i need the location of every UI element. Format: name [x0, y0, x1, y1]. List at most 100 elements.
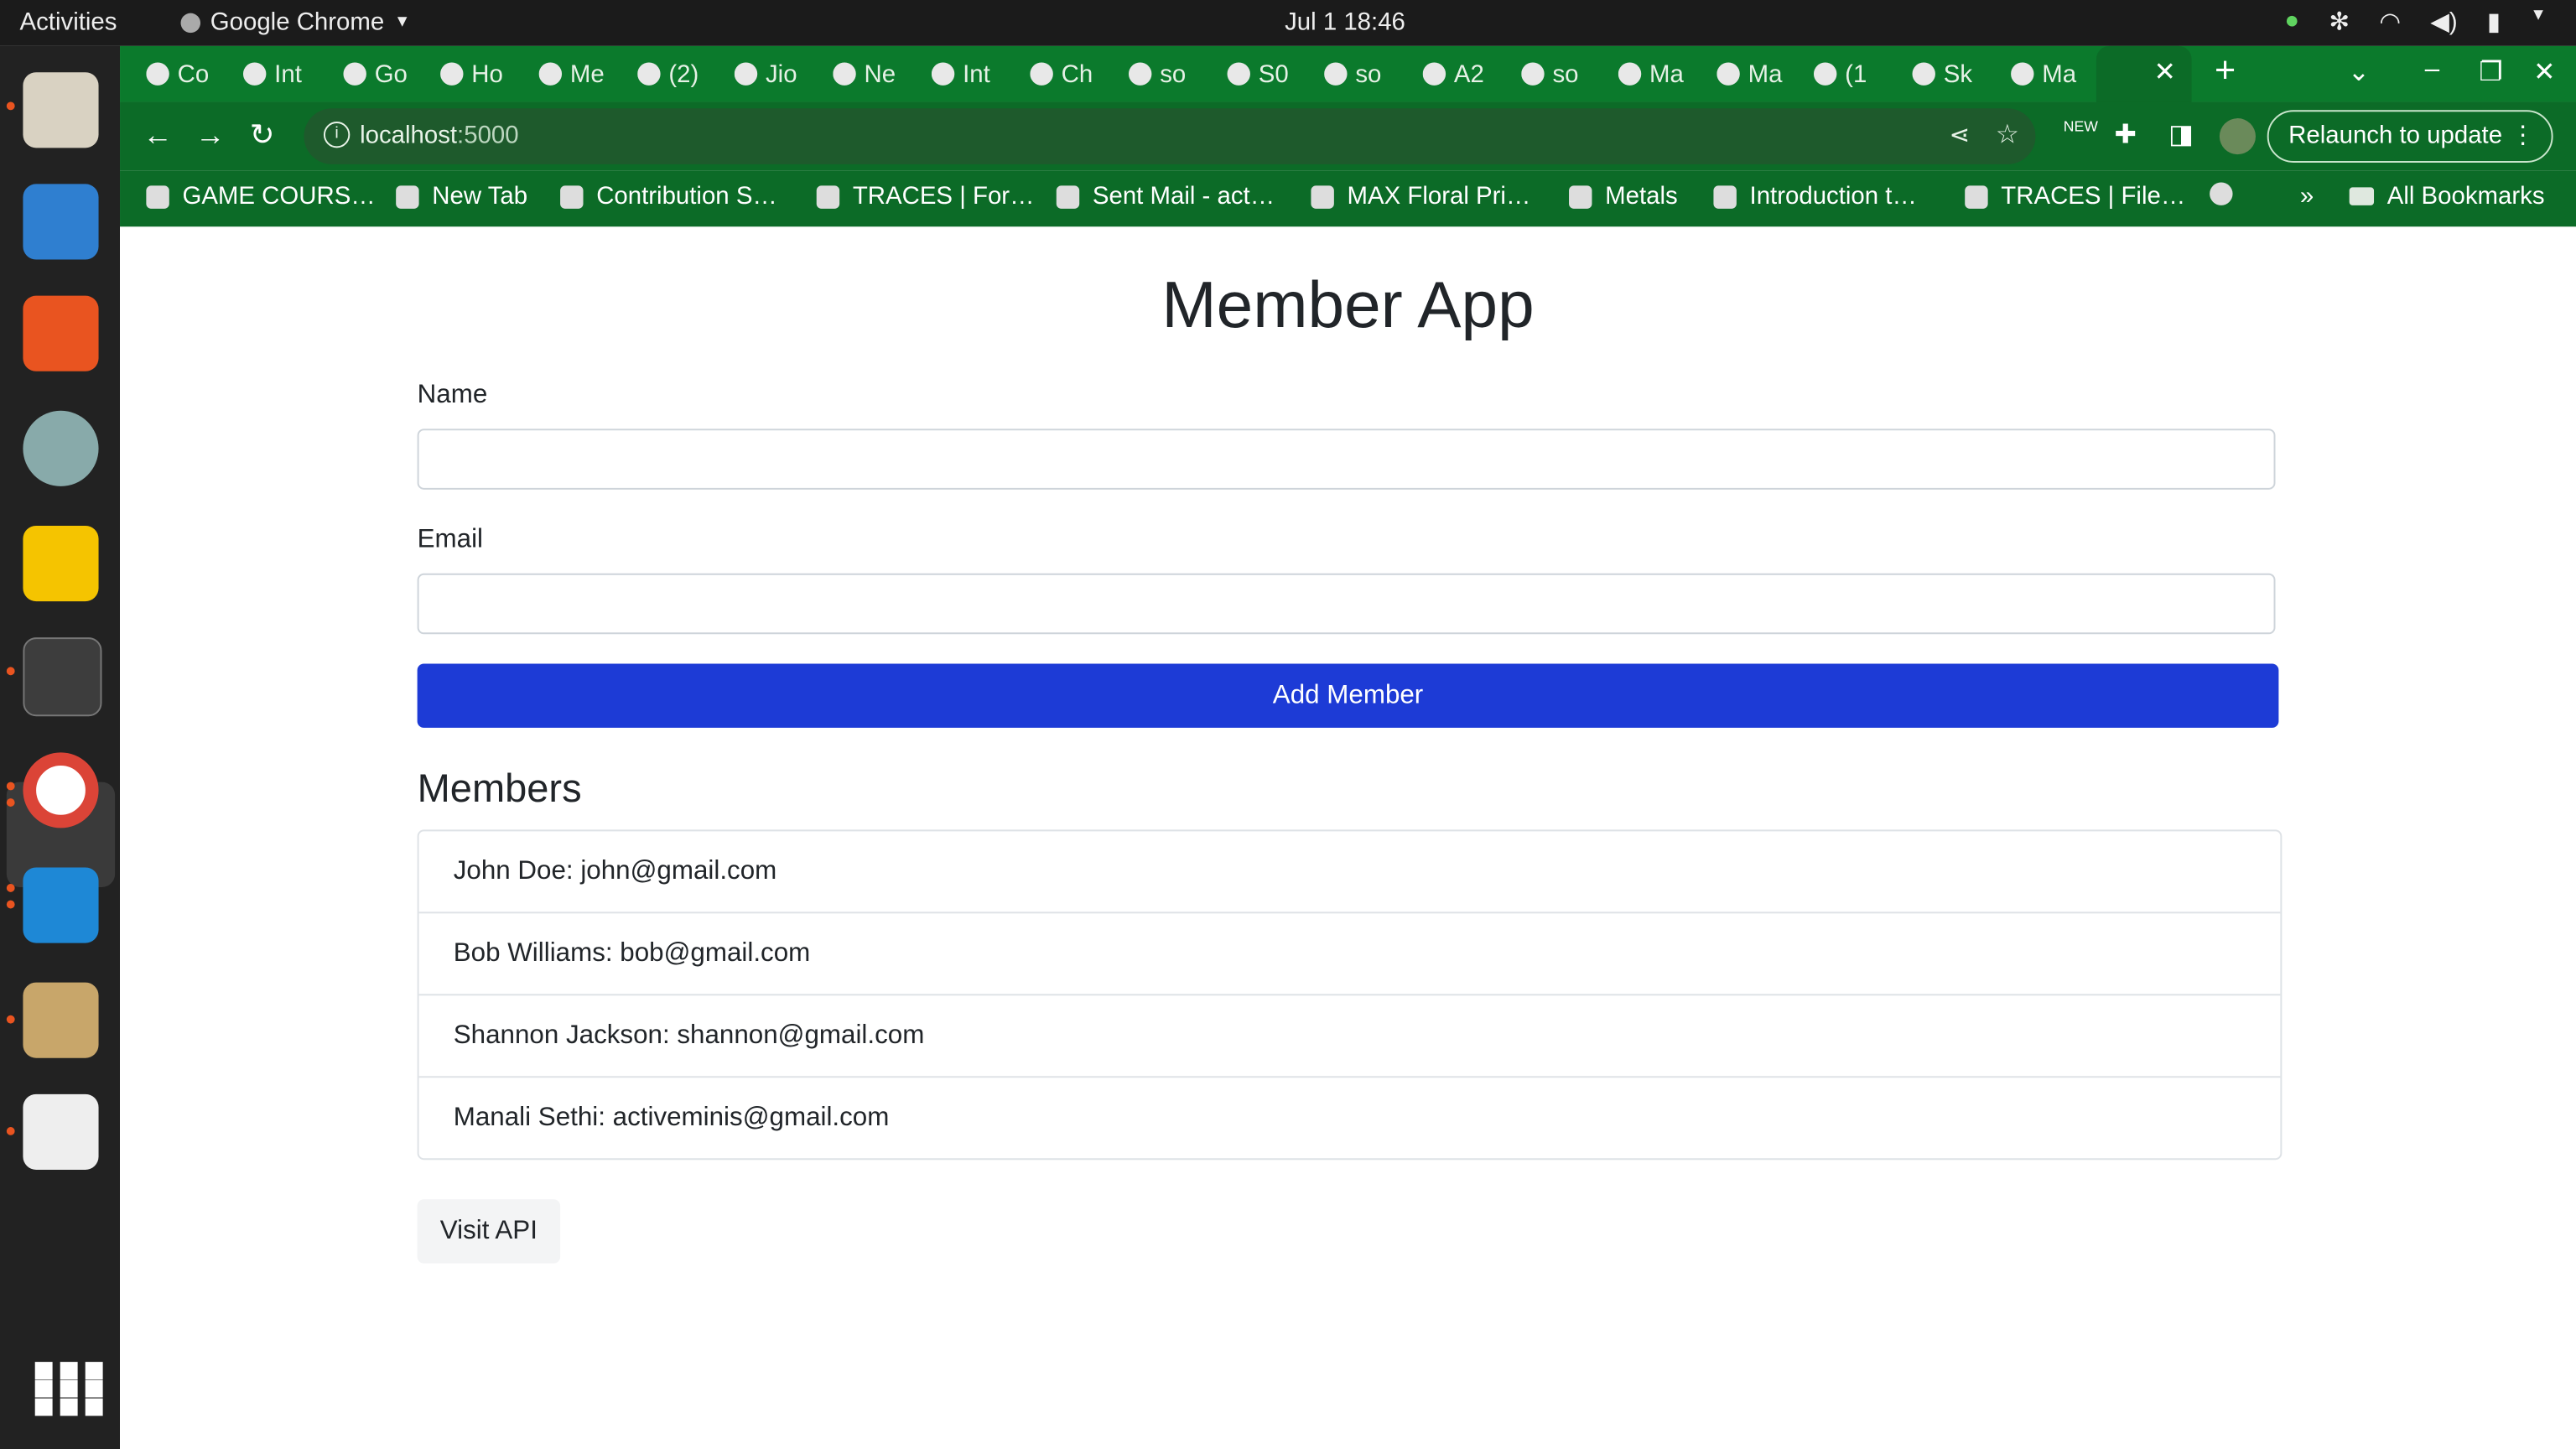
bookmark-globe-icon[interactable] [2210, 182, 2233, 205]
extension-new-icon[interactable]: NEW [2064, 118, 2098, 135]
system-top-bar: Activities Google Chrome ▼ Jul 1 18:46 ●… [0, 0, 2576, 46]
browser-tab[interactable]: Sk [1912, 56, 1998, 92]
running-indicator [6, 884, 15, 892]
tab-title: Go [374, 60, 408, 88]
browser-tab[interactable]: so [1324, 56, 1410, 92]
bookmark-favicon-icon [1569, 184, 1592, 208]
url-text[interactable]: localhost:5000 [360, 122, 519, 149]
visit-api-button[interactable]: Visit API [417, 1199, 561, 1264]
bookmark-label: TRACES | File… [2001, 182, 2186, 210]
volume-icon: ◀) [2430, 8, 2458, 37]
member-list-item: John Doe: john@gmail.com [418, 831, 2281, 914]
browser-tab[interactable]: Int [931, 56, 1017, 92]
browser-tab[interactable]: S0 [1227, 56, 1313, 92]
more-bookmarks-button[interactable]: » [2300, 182, 2314, 210]
bookmark-item[interactable]: MAX Floral Pri… [1311, 182, 1530, 210]
browser-tab[interactable]: Int [242, 56, 329, 92]
forward-icon[interactable]: → [195, 118, 225, 153]
bookmark-item[interactable]: Introduction t… [1713, 182, 1917, 210]
back-icon[interactable]: ← [143, 118, 172, 153]
minimize-icon[interactable]: – [2425, 56, 2439, 86]
name-label: Name [417, 381, 488, 409]
bookmark-item[interactable]: GAME COURS… [146, 182, 376, 210]
close-icon[interactable]: ✕ [2154, 56, 2176, 89]
globe-icon [2210, 182, 2233, 205]
activities-button[interactable]: Activities [20, 8, 117, 36]
url-port: :5000 [457, 121, 519, 150]
bookmark-item[interactable]: Metals [1569, 182, 1678, 210]
email-input[interactable] [417, 573, 2276, 635]
bookmark-item[interactable]: TRACES | File… [1965, 182, 2185, 210]
app-grid-icon[interactable]: ■■■ ■■■ ■■■ [33, 1351, 105, 1423]
browser-tab[interactable]: Me [538, 56, 625, 92]
all-bookmarks-button[interactable]: All Bookmarks [2349, 182, 2545, 210]
app-menu[interactable]: Google Chrome ▼ [180, 8, 410, 36]
bookmark-item[interactable]: TRACES | For… [816, 182, 1034, 210]
document-reader-icon[interactable] [23, 1093, 99, 1170]
app-store-icon[interactable] [23, 295, 99, 371]
browser-tab[interactable]: Jio [734, 56, 820, 92]
bookmark-item[interactable]: Sent Mail - act… [1056, 182, 1275, 210]
clock[interactable]: Jul 1 18:46 [1285, 8, 1405, 36]
avatar[interactable] [2219, 118, 2256, 155]
add-member-button[interactable]: Add Member [417, 663, 2279, 728]
close-window-icon[interactable]: ✕ [2533, 56, 2555, 89]
share-icon[interactable]: ⋖ [1949, 120, 1970, 149]
browser-tab[interactable]: Ma [1618, 56, 1704, 92]
page-content: Member App Name Email Add Member Members… [120, 226, 2576, 1449]
bookmark-item[interactable]: Contribution S… [560, 182, 777, 210]
browser-toolbar: ← → ↻ i localhost:5000 ⋖ ☆ NEW ✚ ◨ Relau… [120, 101, 2576, 171]
active-tab[interactable] [2096, 45, 2192, 102]
browser-tab[interactable]: (2) [637, 56, 723, 92]
all-bookmarks-label: All Bookmarks [2386, 182, 2545, 210]
running-indicator [6, 900, 15, 909]
address-bar[interactable]: i localhost:5000 ⋖ ☆ [304, 108, 2036, 164]
chrome-icon[interactable] [23, 752, 99, 828]
kebab-menu-icon[interactable]: ⋮ [2511, 112, 2535, 161]
browser-tab[interactable]: so [1128, 56, 1214, 92]
side-panel-icon[interactable]: ◨ [2168, 118, 2194, 151]
browser-tab[interactable]: Co [146, 56, 231, 92]
tab-favicon-icon [734, 62, 758, 86]
browser-tab[interactable]: Ch [1030, 56, 1115, 92]
browser-tab[interactable]: so [1521, 56, 1607, 92]
restore-icon[interactable]: ❐ [2479, 56, 2502, 89]
bookmark-label: Introduction t… [1749, 182, 1917, 210]
bookmark-item[interactable]: New Tab [396, 182, 527, 210]
system-tray[interactable]: ● ✻ ◠ ◀) ▮ ▼ [2284, 7, 2546, 36]
chrome-icon [180, 12, 201, 33]
network-icon[interactable] [23, 410, 99, 486]
relaunch-button[interactable]: Relaunch to update ⋮ [2267, 110, 2553, 163]
browser-tab[interactable]: Ma [1716, 56, 1802, 92]
extensions-puzzle-icon[interactable]: ✚ [2114, 118, 2136, 151]
dock: ■■■ ■■■ ■■■ [0, 45, 121, 1449]
archive-manager-icon[interactable] [23, 982, 99, 1058]
browser-tab[interactable]: Ma [2011, 56, 2096, 92]
update-icon: ● [2284, 6, 2300, 35]
vscode-icon[interactable] [23, 867, 99, 943]
browser-tab[interactable]: A2 [1422, 56, 1509, 92]
bookmark-favicon-icon [816, 184, 840, 208]
browser-tab[interactable]: (1 [1813, 56, 1899, 92]
tab-search-icon[interactable]: ⌄ [2348, 56, 2370, 89]
bookmark-star-icon[interactable]: ☆ [1996, 118, 2019, 151]
browser-tab[interactable]: Ne [833, 56, 918, 92]
tab-favicon-icon [931, 62, 955, 86]
bookmark-favicon-icon [146, 184, 169, 208]
member-list-item: Manali Sethi: activeminis@gmail.com [453, 1104, 890, 1132]
new-tab-button[interactable]: + [2215, 49, 2236, 92]
bookmarks-bar: GAME COURS… New Tab Contribution S… TRACES … [120, 170, 2576, 227]
document-viewer-icon[interactable] [23, 184, 99, 260]
tab-title: so [1355, 60, 1382, 88]
tab-favicon-icon [1128, 62, 1152, 86]
notes-icon[interactable] [23, 525, 99, 602]
browser-tab[interactable]: Go [343, 56, 428, 92]
tab-favicon-icon [1912, 62, 1935, 86]
files-icon[interactable] [23, 72, 99, 148]
site-info-icon[interactable]: i [323, 121, 351, 148]
reload-icon[interactable]: ↻ [250, 118, 275, 153]
name-input[interactable] [417, 428, 2276, 490]
terminal-icon[interactable] [23, 637, 102, 717]
tab-favicon-icon [1422, 62, 1446, 86]
browser-tab[interactable]: Ho [440, 56, 526, 92]
